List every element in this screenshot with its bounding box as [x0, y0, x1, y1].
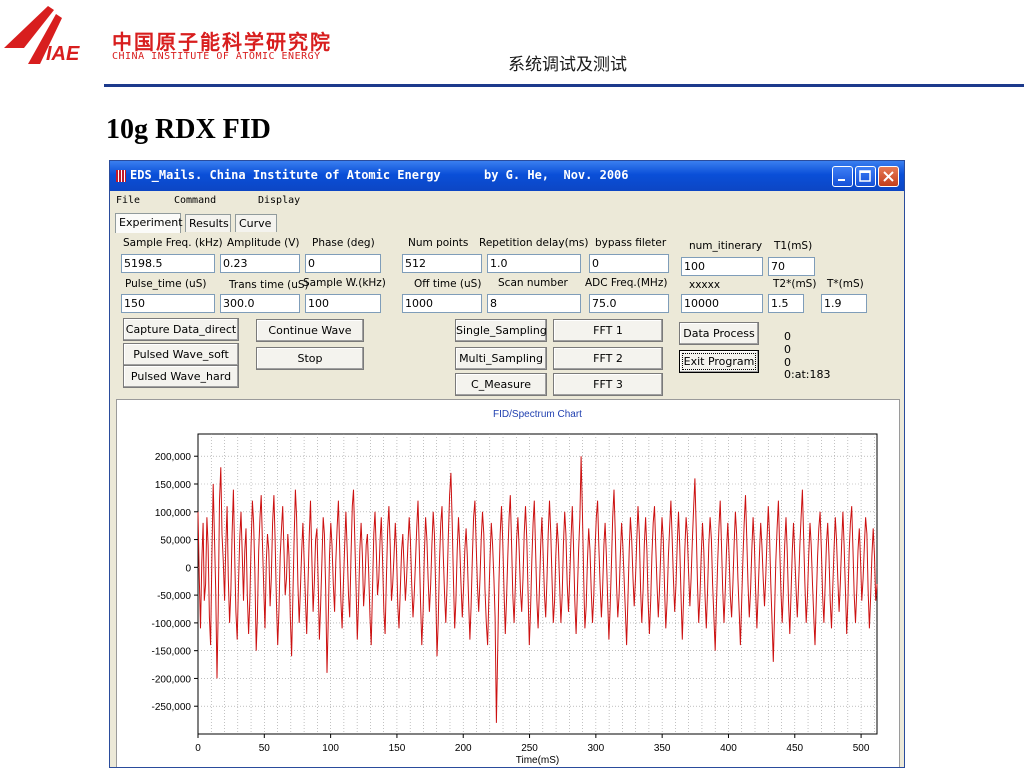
y-tick-label: -200,000 [152, 674, 192, 685]
sample-freq-input[interactable]: 5198.5 [121, 254, 215, 273]
status-line-2: 0 [784, 343, 791, 356]
label-bypass-fileter: bypass fileter [595, 237, 667, 249]
adc-freq-input[interactable]: 75.0 [589, 294, 669, 313]
y-tick-label: -100,000 [152, 619, 192, 630]
c-measure-button[interactable]: C_Measure [455, 373, 547, 396]
t1-input[interactable]: 70 [768, 257, 815, 276]
trans-time-input[interactable]: 300.0 [220, 294, 300, 313]
fft1-button[interactable]: FFT 1 [553, 319, 663, 342]
pulsed-wave-hard-button[interactable]: Pulsed Wave_hard [123, 365, 239, 388]
x-tick-label: 0 [195, 743, 201, 754]
x-tick-label: 300 [588, 743, 605, 754]
label-num-points: Num points [408, 237, 469, 249]
chart-title: FID/Spectrum Chart [493, 409, 582, 420]
y-tick-label: 50,000 [160, 536, 191, 547]
window-titlebar[interactable]: EDS_Mails. China Institute of Atomic Ene… [110, 161, 904, 191]
label-sample-w: Sample W.(kHz) [303, 277, 386, 289]
t2-star-input[interactable]: 1.5 [768, 294, 804, 313]
menu-file[interactable]: File [116, 195, 140, 206]
x-tick-label: 150 [389, 743, 406, 754]
num-points-input[interactable]: 512 [402, 254, 482, 273]
single-sampling-button[interactable]: Single_Sampling [455, 319, 547, 342]
app-window: EDS_Mails. China Institute of Atomic Ene… [109, 160, 905, 768]
label-adc-freq: ADC Freq.(MHz) [585, 277, 668, 289]
capture-data-direct-button[interactable]: Capture Data_direct [123, 318, 239, 341]
fid-chart: 0 50 100 150 200 250 300 350 400 450 500 200,000 150… [152, 409, 878, 766]
y-tick-label: 0 [185, 563, 191, 574]
label-pulse-time: Pulse_time (uS) [125, 278, 207, 290]
pulsed-wave-soft-button[interactable]: Pulsed Wave_soft [123, 343, 239, 366]
label-scan-number: Scan number [498, 277, 568, 289]
sample-w-input[interactable]: 100 [305, 294, 381, 313]
slide-header: IAE 中国原子能科学研究院 CHINA INSTITUTE OF ATOMIC… [0, 0, 1024, 90]
close-icon [883, 171, 894, 182]
maximize-icon [859, 170, 871, 182]
label-amplitude: Amplitude (V) [227, 237, 300, 249]
label-off-time: Off time (uS) [414, 278, 482, 290]
multi-sampling-button[interactable]: Multi_Sampling [455, 347, 547, 370]
tab-curve[interactable]: Curve [235, 214, 277, 232]
x-axis-label: Time(mS) [516, 755, 560, 766]
label-num-itinerary: num_itinerary [689, 240, 763, 252]
num-itinerary-input[interactable]: 100 [681, 257, 763, 276]
section-title: 系统调试及测试 [508, 55, 627, 75]
fid-chart-panel: 0 50 100 150 200 250 300 350 400 450 500 200,000 150… [116, 399, 900, 767]
menu-bar: File Command Display [110, 191, 904, 211]
label-repetition-delay: Repetition delay(ms) [479, 237, 589, 249]
exit-program-button[interactable]: Exit Program [679, 350, 759, 373]
bypass-fileter-input[interactable]: 0 [589, 254, 669, 273]
label-xxxxx: xxxxx [689, 279, 721, 291]
x-tick-label: 250 [521, 743, 538, 754]
x-tick-label: 400 [720, 743, 737, 754]
data-process-button[interactable]: Data Process [679, 322, 759, 345]
tab-experiment[interactable]: Experiment [115, 213, 183, 233]
x-tick-label: 100 [322, 743, 339, 754]
x-tick-label: 50 [259, 743, 271, 754]
status-line-4: 0:at:183 [784, 368, 831, 381]
xxxxx-input[interactable]: 10000 [681, 294, 763, 313]
t-star-input[interactable]: 1.9 [821, 294, 867, 313]
menu-command[interactable]: Command [174, 195, 216, 206]
institute-name-en: CHINA INSTITUTE OF ATOMIC ENERGY [112, 51, 321, 62]
off-time-input[interactable]: 1000 [402, 294, 482, 313]
x-tick-label: 350 [654, 743, 671, 754]
repetition-delay-input[interactable]: 1.0 [487, 254, 581, 273]
y-tick-label: -250,000 [152, 702, 192, 713]
label-trans-time: Trans time (uS) [229, 279, 309, 291]
label-t-star: T*(mS) [827, 278, 864, 290]
y-tick-label: -150,000 [152, 647, 192, 658]
x-tick-label: 500 [853, 743, 870, 754]
tab-results[interactable]: Results [185, 214, 231, 232]
label-phase: Phase (deg) [312, 237, 375, 249]
y-tick-label: 150,000 [155, 480, 192, 491]
scan-number-input[interactable]: 8 [487, 294, 581, 313]
maximize-button[interactable] [855, 166, 876, 187]
amplitude-input[interactable]: 0.23 [220, 254, 300, 273]
iae-logo: IAE [4, 6, 80, 64]
app-icon [116, 170, 126, 182]
fft3-button[interactable]: FFT 3 [553, 373, 663, 396]
label-t2-star: T2*(mS) [773, 278, 817, 290]
status-line-1: 0 [784, 330, 791, 343]
fft2-button[interactable]: FFT 2 [553, 347, 663, 370]
stop-button[interactable]: Stop [256, 347, 364, 370]
minimize-button[interactable] [832, 166, 853, 187]
x-tick-label: 200 [455, 743, 472, 754]
header-divider [104, 84, 1024, 87]
label-sample-freq: Sample Freq. (kHz) [123, 237, 223, 249]
continue-wave-button[interactable]: Continue Wave [256, 319, 364, 342]
y-tick-label: 200,000 [155, 452, 192, 463]
label-t1: T1(mS) [774, 240, 813, 252]
x-tick-label: 450 [786, 743, 803, 754]
slide-title: 10g RDX FID [106, 114, 271, 145]
y-tick-label: -50,000 [157, 591, 191, 602]
y-tick-label: 100,000 [155, 508, 192, 519]
phase-input[interactable]: 0 [305, 254, 381, 273]
close-button[interactable] [878, 166, 899, 187]
pulse-time-input[interactable]: 150 [121, 294, 215, 313]
window-title: EDS_Mails. China Institute of Atomic Ene… [130, 168, 629, 182]
minimize-icon [838, 179, 845, 181]
menu-display[interactable]: Display [258, 195, 300, 206]
logo-text: IAE [46, 43, 80, 64]
